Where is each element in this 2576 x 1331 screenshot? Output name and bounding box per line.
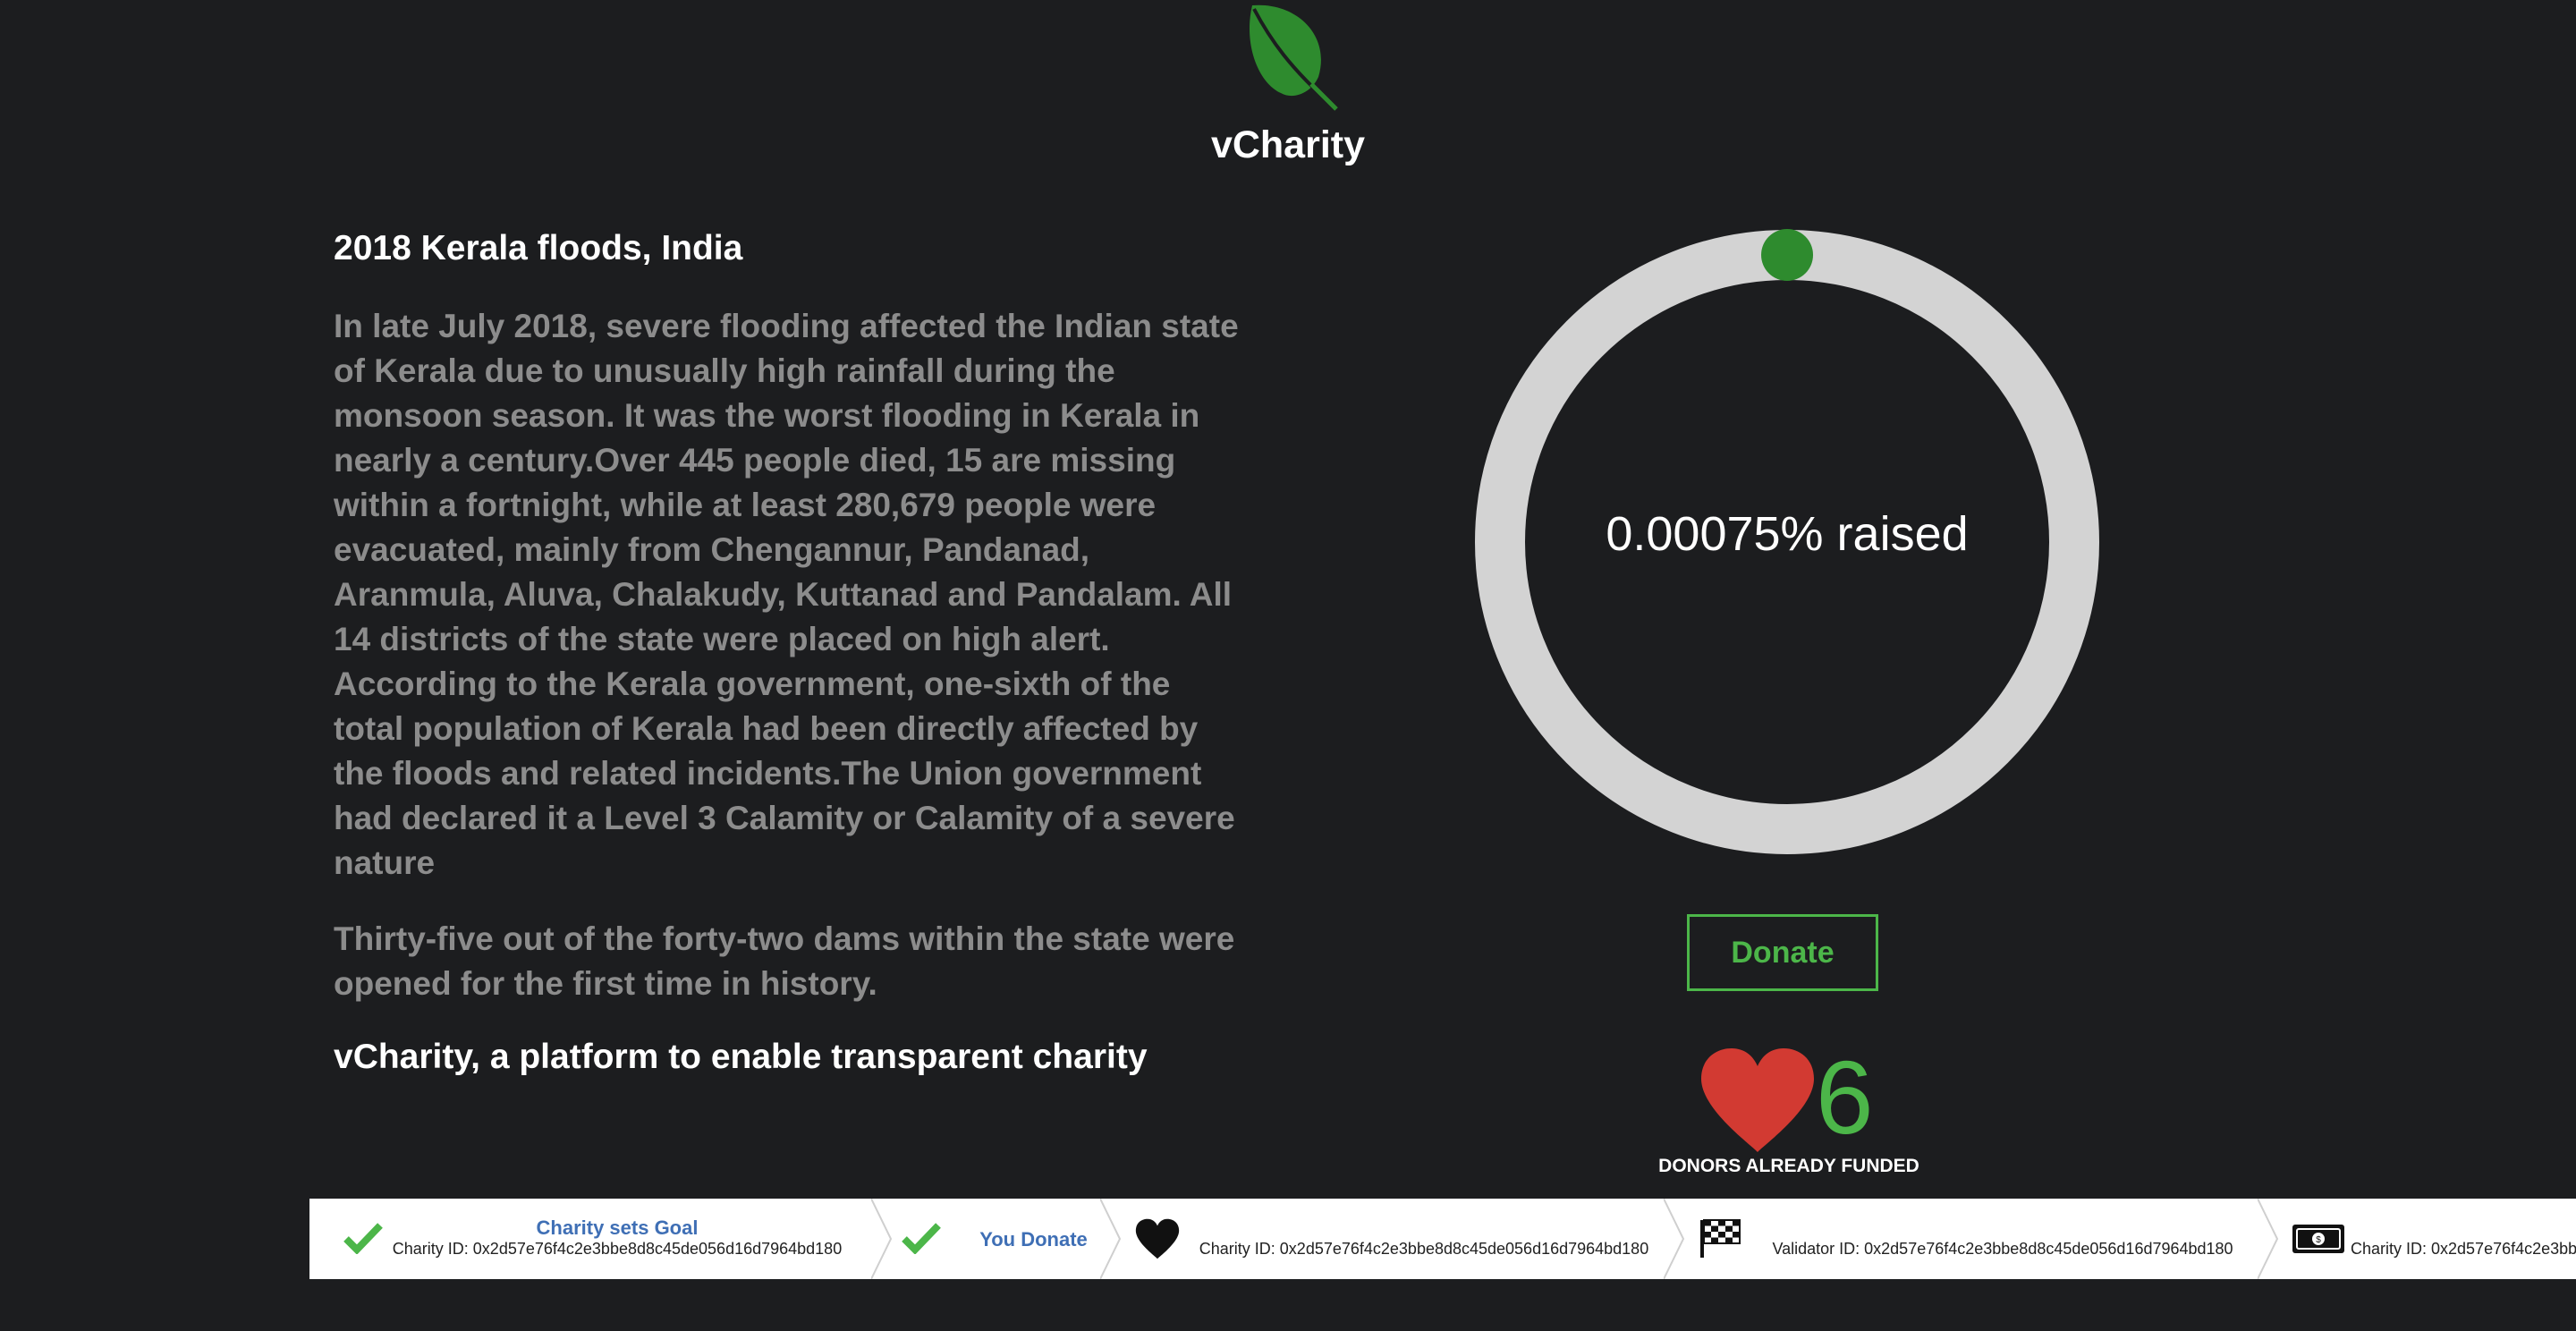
donors-counter: 6 DONORS ALREADY FUNDED (1646, 1039, 1932, 1181)
step-title: Charity receive (2440, 1217, 2576, 1239)
step-id: Charity ID: 0x2d57e76f4c2e3bbe8 (2351, 1240, 2576, 1258)
donor-count: 6 (1816, 1039, 1874, 1156)
brand-name[interactable]: vCharity (1109, 123, 1467, 167)
step-charity-receives[interactable]: $ Charity receive Charity ID: 0x2d57e76f… (2279, 1199, 2576, 1279)
progress-ring: 0.00075% raised (1474, 229, 2100, 855)
donate-button[interactable]: Donate (1687, 914, 1878, 991)
money-icon: $ (2292, 1225, 2344, 1253)
leaf-icon (1249, 4, 1338, 111)
step-title: Charity completes Goal (1314, 1217, 1534, 1239)
campaign-description: 2018 Kerala floods, India In late July 2… (334, 229, 1246, 1077)
step-title: You Donate (979, 1228, 1088, 1250)
step-validator-confirms-goals[interactable]: Validator confirms goals Validator ID: 0… (1685, 1199, 2258, 1279)
step-divider (871, 1199, 893, 1279)
header: vCharity (0, 0, 2576, 179)
check-icon (902, 1223, 941, 1254)
checkered-flag-icon (1700, 1219, 1741, 1258)
step-charity-sets-goal[interactable]: Charity sets Goal Charity ID: 0x2d57e76f… (309, 1199, 871, 1279)
tagline: vCharity, a platform to enable transpare… (334, 1038, 1148, 1076)
svg-text:$: $ (2316, 1235, 2321, 1245)
step-id: Charity ID: 0x2d57e76f4c2e3bbe8d8c45de05… (392, 1240, 843, 1258)
donor-label: DONORS ALREADY FUNDED (1658, 1156, 1919, 1176)
progress-label: 0.00075% raised (1606, 507, 1969, 561)
progress-indicator (1761, 229, 1814, 281)
heart-icon (1135, 1218, 1180, 1259)
step-divider (1664, 1199, 1685, 1279)
step-charity-completes-goal[interactable]: Charity completes Goal Charity ID: 0x2d5… (1122, 1199, 1664, 1279)
step-divider (2258, 1199, 2279, 1279)
step-id: Validator ID: 0x2d57e76f4c2e3bbe8d8c45de… (1772, 1240, 2233, 1258)
step-divider (1100, 1199, 1122, 1279)
step-title: Charity sets Goal (536, 1217, 699, 1239)
campaign-title: 2018 Kerala floods, India (334, 229, 743, 267)
step-you-donate[interactable]: You Donate (893, 1199, 1121, 1279)
process-steps-bar: Charity sets Goal Charity ID: 0x2d57e76f… (309, 1199, 2576, 1279)
heart-icon (1701, 1048, 1814, 1152)
step-title: Validator confirms goals (1888, 1217, 2117, 1239)
campaign-paragraph: Thirty-five out of the forty-two dams wi… (334, 920, 1235, 1002)
step-id: Charity ID: 0x2d57e76f4c2e3bbe8d8c45de05… (1199, 1240, 1649, 1258)
campaign-paragraph: In late July 2018, severe flooding affec… (334, 308, 1239, 881)
